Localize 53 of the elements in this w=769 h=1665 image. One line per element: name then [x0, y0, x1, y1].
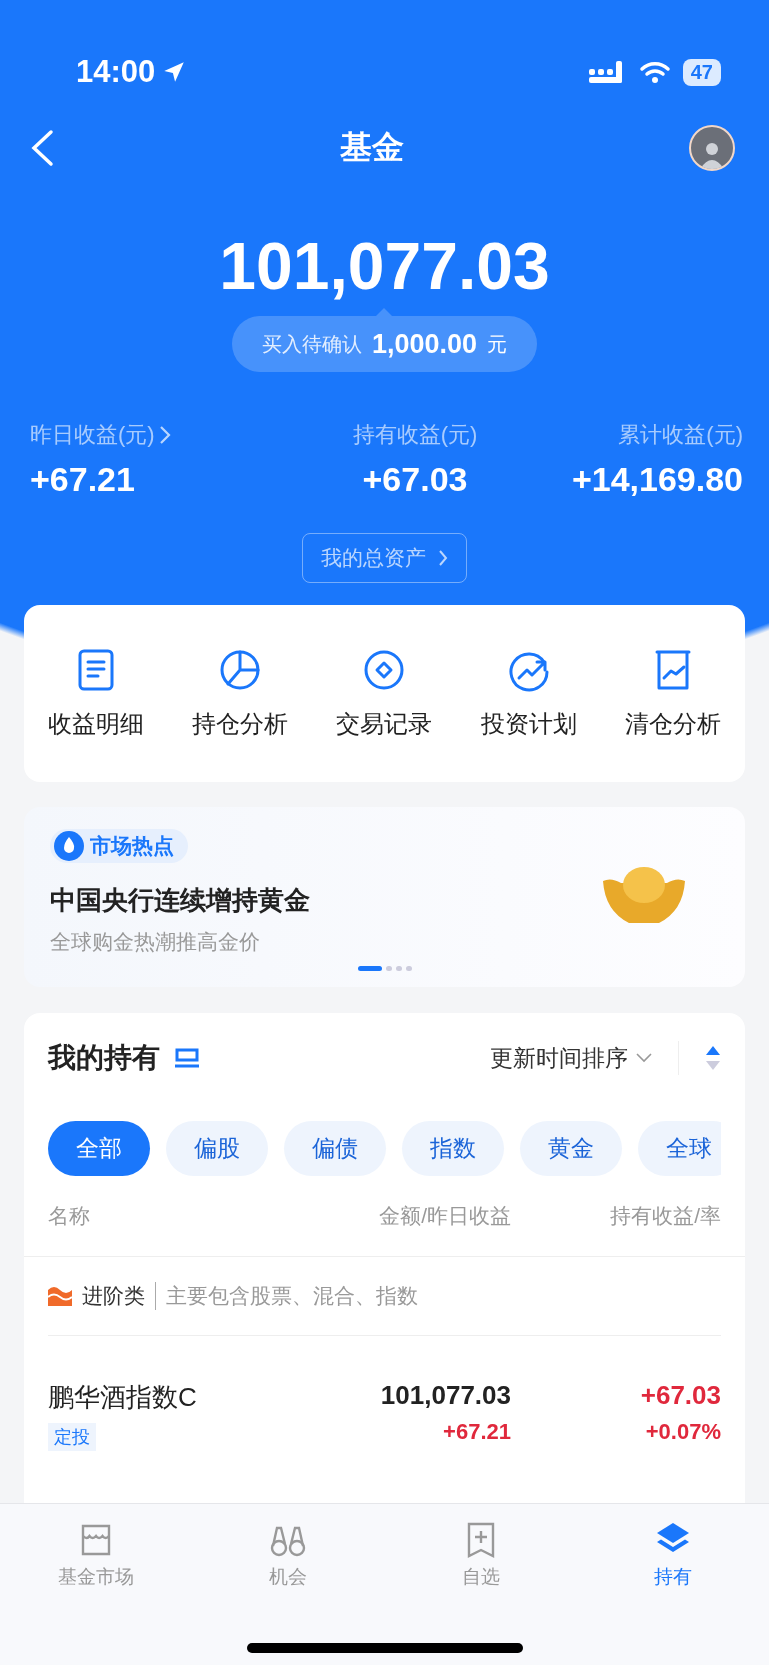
action-label[interactable]: 持仓分析: [192, 707, 289, 740]
banner-title: 中国央行连续增持黄金: [50, 884, 310, 917]
column-header: 金额/昨日收益: [378, 1203, 511, 1229]
stat-label: 持有收益(元): [352, 421, 478, 449]
category-name: 进阶类: [82, 1283, 145, 1309]
filter-chip[interactable]: 偏债: [284, 1121, 386, 1176]
battery-level: 47: [682, 58, 721, 86]
stat-value: +67.21: [30, 460, 135, 499]
fund-tag: 定投: [48, 1423, 96, 1451]
stat-label: 累计收益(元): [618, 421, 743, 449]
column-header: 持有收益/率: [609, 1203, 721, 1229]
column-header: 名称: [48, 1203, 91, 1229]
banner-subtitle: 全球购金热潮推高金价: [50, 929, 260, 955]
action-label[interactable]: 收益明细: [48, 707, 145, 740]
stat-value: +14,169.80: [571, 460, 743, 499]
tab-label[interactable]: 机会: [269, 1564, 308, 1590]
back-icon[interactable]: [30, 129, 54, 167]
tab-label[interactable]: 持有: [653, 1564, 692, 1590]
pending-label: 买入待确认: [261, 331, 362, 357]
fund-yesterday-profit: +67.21: [443, 1419, 511, 1445]
holdings-title: 我的持有: [48, 1041, 160, 1075]
tab-label[interactable]: 基金市场: [58, 1564, 135, 1590]
pending-unit: 元: [487, 331, 508, 357]
filter-chip[interactable]: 全球: [638, 1121, 721, 1176]
action-label[interactable]: 清仓分析: [624, 707, 721, 740]
wave-flag-icon: [48, 1286, 72, 1306]
chevron-right-icon[interactable]: [438, 549, 448, 567]
action-label[interactable]: 投资计划: [480, 707, 577, 740]
sort-order-icon[interactable]: [705, 1045, 721, 1071]
status-time: 14:00: [76, 54, 156, 90]
category-description: 主要包含股票、混合、指数: [155, 1282, 418, 1310]
filter-chip[interactable]: 全部: [48, 1121, 150, 1176]
fund-name[interactable]: 鹏华酒指数C: [48, 1380, 197, 1415]
fund-profit-rate: +0.07%: [645, 1419, 721, 1445]
avatar[interactable]: [689, 125, 735, 171]
filter-chip[interactable]: 指数: [402, 1121, 504, 1176]
fund-profit: +67.03: [640, 1380, 721, 1411]
tab-label[interactable]: 自选: [461, 1564, 500, 1590]
wifi-icon: [638, 60, 671, 84]
flame-icon: [54, 831, 84, 861]
chevron-down-icon[interactable]: [636, 1053, 652, 1063]
action-label[interactable]: 交易记录: [336, 707, 433, 740]
sort-dropdown[interactable]: 更新时间排序: [490, 1042, 652, 1074]
fund-amount: 101,077.03: [380, 1380, 511, 1411]
total-amount: 101,077.03: [218, 228, 551, 304]
total-assets-button[interactable]: 我的总资产: [302, 533, 467, 583]
stat-value: +67.03: [362, 460, 468, 499]
page-title: 基金: [339, 128, 404, 167]
pending-amount: 1,000.00: [371, 328, 478, 360]
filter-chip[interactable]: 黄金: [520, 1121, 622, 1176]
chevron-right-icon[interactable]: [158, 425, 171, 445]
news-banner[interactable]: 市场热点 中国央行连续增持黄金 全球购金热潮推高金价: [24, 807, 745, 987]
filter-chip[interactable]: 偏股: [166, 1121, 268, 1176]
